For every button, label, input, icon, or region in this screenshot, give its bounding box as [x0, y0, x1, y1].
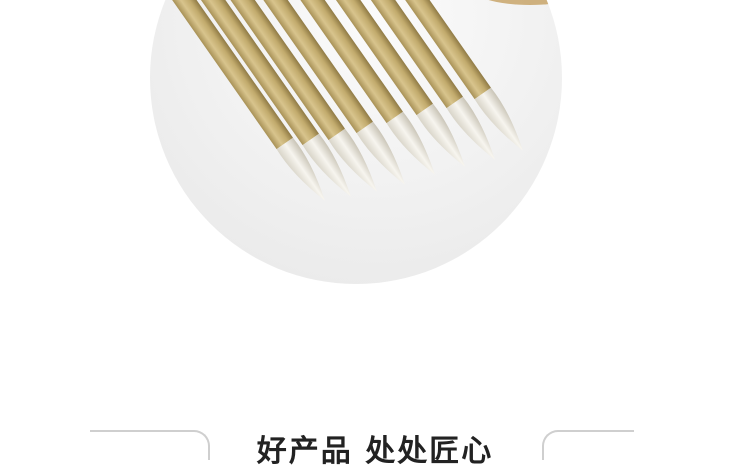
section-title-row: 好产品 处处匠心: [0, 418, 750, 469]
basket-edge: [488, 0, 562, 5]
title-decoration-right: [542, 430, 634, 460]
section-title: 好产品 处处匠心: [256, 434, 494, 469]
product-photo: [150, 0, 562, 284]
calligraphy-brushes-illustration: [150, 0, 562, 201]
title-decoration-left: [90, 430, 210, 460]
